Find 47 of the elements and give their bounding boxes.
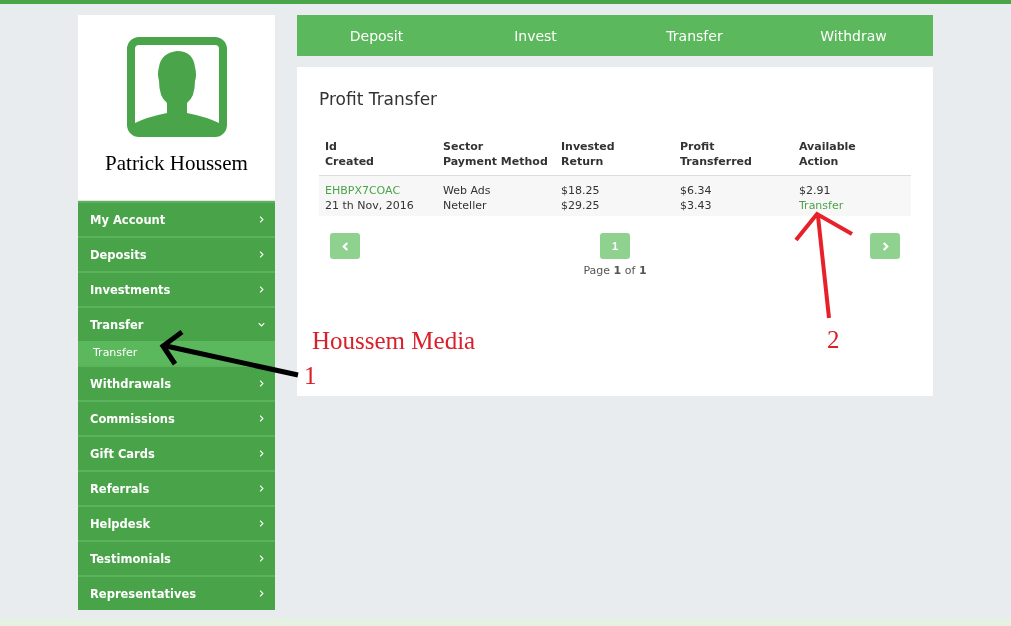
table-cell: 21 th Nov, 2016: [325, 198, 414, 213]
annotation-text: 1: [304, 363, 317, 388]
column-header: Available: [799, 139, 856, 154]
chevron-left-icon: [340, 241, 350, 251]
column-header: Sector: [443, 139, 484, 154]
menu-label: Referrals: [90, 481, 150, 496]
avatar-icon: [126, 37, 227, 137]
user-name: Patrick Houssem: [105, 151, 248, 176]
column-header: Created: [325, 154, 374, 169]
next-button[interactable]: [870, 233, 900, 259]
menu-label: Commissions: [90, 411, 175, 426]
table-link[interactable]: Transfer: [799, 198, 844, 213]
table-cell: Neteller: [443, 198, 487, 213]
column-header: Transferred: [680, 154, 752, 169]
menu-label: Withdrawals: [90, 376, 172, 391]
column-header: Invested: [561, 139, 615, 154]
table-cell: $3.43: [680, 198, 712, 213]
menu-label: Transfer: [90, 317, 144, 332]
annotation-text: Houssem Media: [312, 328, 476, 353]
chevron-right-icon: [880, 241, 890, 251]
column-header: Action: [799, 154, 839, 169]
column-header: Return: [561, 154, 604, 169]
menu-label: Investments: [90, 282, 171, 297]
table-cell: $2.91: [799, 183, 831, 198]
table-link[interactable]: EHBPX7COAC: [325, 183, 401, 198]
column-header: Profit: [680, 139, 715, 154]
menu-label: My Account: [90, 212, 166, 227]
nav-link[interactable]: Invest: [456, 27, 615, 44]
nav-link[interactable]: Transfer: [615, 27, 774, 44]
column-header: Id: [325, 139, 337, 154]
nav-link[interactable]: Withdraw: [774, 27, 933, 44]
previous-button[interactable]: [330, 233, 360, 259]
nav-link[interactable]: Deposit: [297, 27, 456, 44]
panel-title: Profit Transfer: [319, 89, 439, 109]
menu-label: Deposits: [90, 247, 147, 262]
page-info: Page 1 of 1: [583, 264, 647, 277]
table-cell: Web Ads: [443, 183, 491, 198]
menu-label: Testimonials: [90, 551, 171, 566]
column-header: Payment Method: [443, 154, 548, 169]
page-button[interactable]: 1: [600, 233, 630, 259]
menu-label: Representatives: [90, 586, 197, 601]
table-cell: $29.25: [561, 198, 600, 213]
annotation-text: 2: [827, 327, 840, 352]
menu-label: Gift Cards: [90, 446, 155, 461]
table-cell: $6.34: [680, 183, 712, 198]
menu-label: Helpdesk: [90, 516, 151, 531]
table-cell: $18.25: [561, 183, 600, 198]
